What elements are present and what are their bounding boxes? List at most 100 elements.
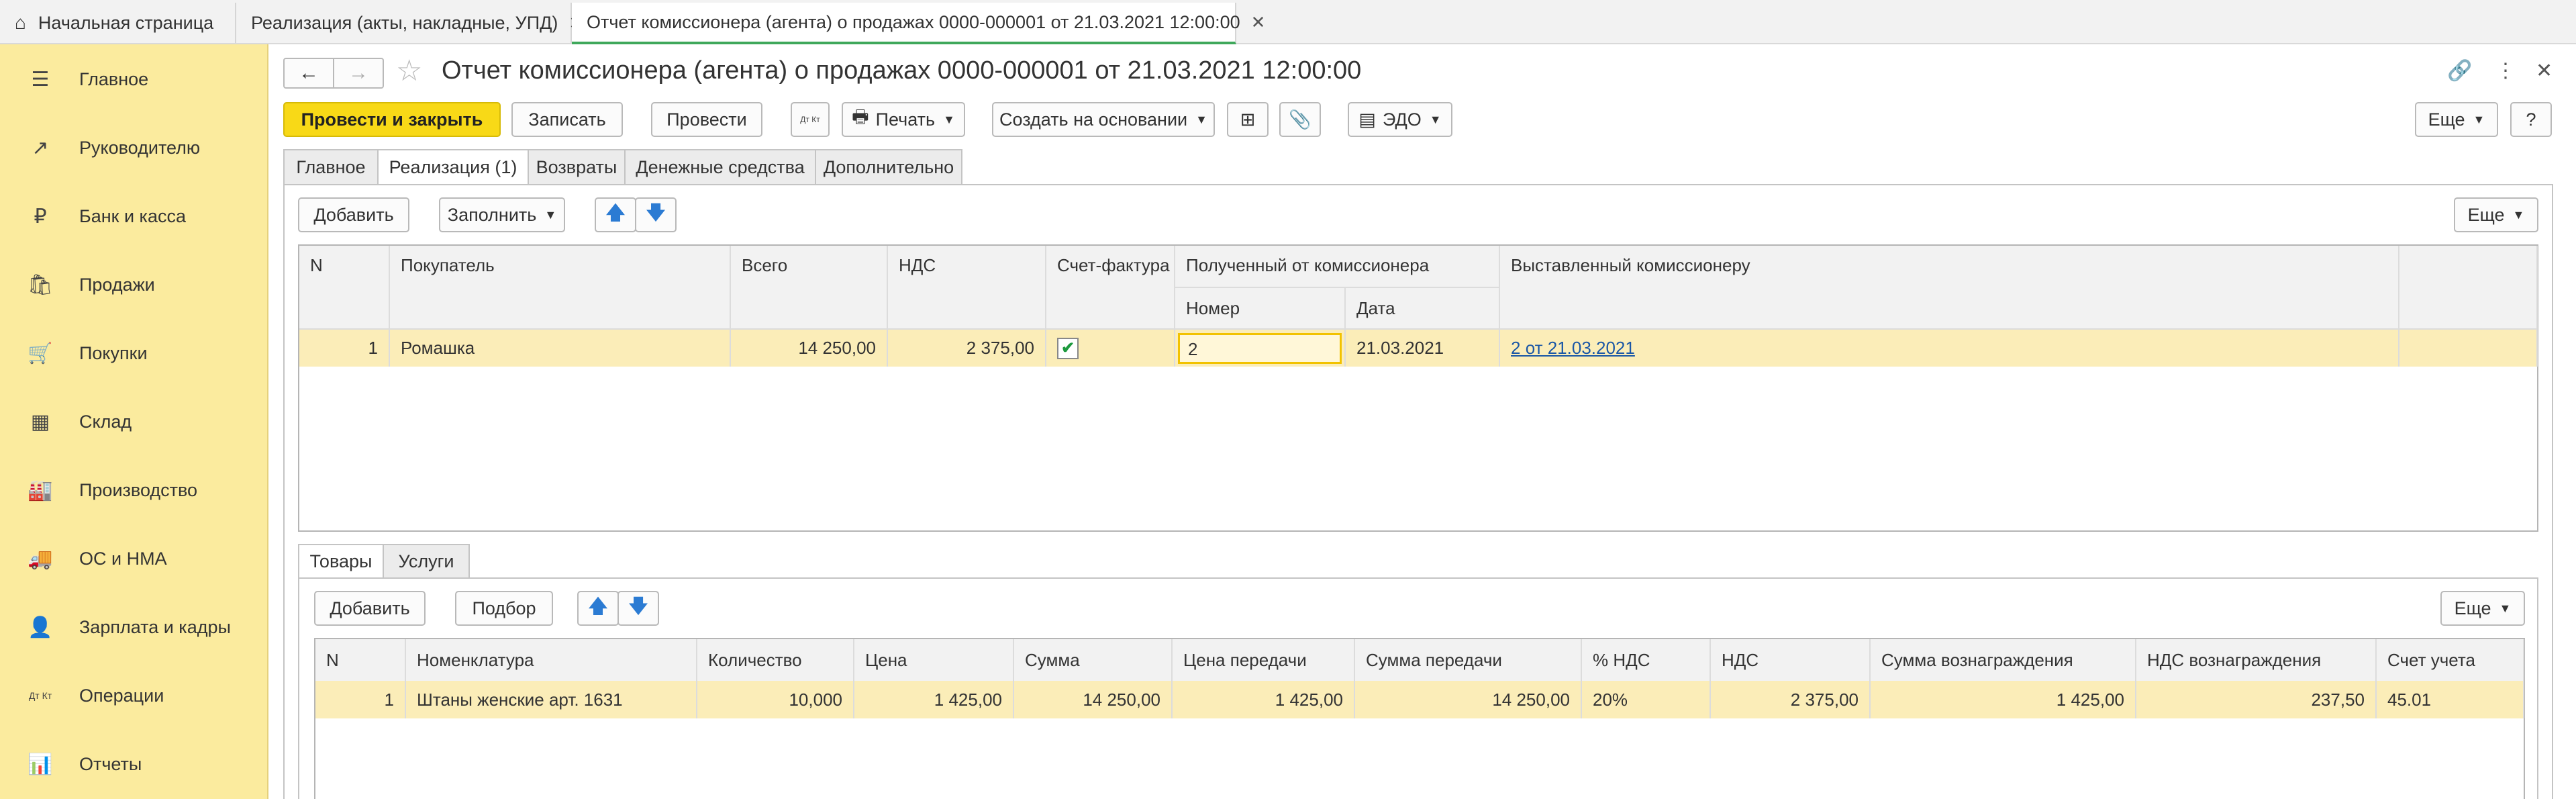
checkbox-checked-icon[interactable]: ✔ xyxy=(1057,338,1079,359)
col-account[interactable]: Счет учета xyxy=(2376,639,2524,681)
chevron-down-icon: ▼ xyxy=(1195,112,1207,126)
cell-transfer-sum[interactable]: 14 250,00 xyxy=(1354,681,1582,718)
tab-goods[interactable]: Товары xyxy=(298,544,384,579)
sidebar-item-sales[interactable]: 🛍 Продажи xyxy=(0,265,268,305)
col-vat[interactable]: НДС xyxy=(1710,639,1871,681)
edo-button[interactable]: ▤ ЭДО ▼ xyxy=(1348,102,1452,137)
star-icon[interactable]: ☆ xyxy=(396,54,422,88)
sales-header-row: N Покупатель Всего НДС Счет-фактура Полу… xyxy=(299,246,2538,330)
back-button[interactable]: ← xyxy=(283,58,334,89)
help-button[interactable]: ? xyxy=(2510,102,2552,137)
post-and-close-button[interactable]: Провести и закрыть xyxy=(283,102,501,137)
col-transfer-price[interactable]: Цена передачи xyxy=(1172,639,1355,681)
col-buyer[interactable]: Покупатель xyxy=(389,246,731,330)
col-date[interactable]: Дата xyxy=(1345,287,1501,330)
structure-button[interactable]: ⊞ xyxy=(1227,102,1269,137)
tab-home[interactable]: ⌂ Начальная страница xyxy=(0,3,236,43)
col-quantity[interactable]: Количество xyxy=(697,639,854,681)
sidebar-item-bank[interactable]: ₽ Банк и касса xyxy=(0,196,268,236)
cell-vat[interactable]: 2 375,00 xyxy=(887,329,1046,367)
home-icon: ⌂ xyxy=(15,12,26,33)
arrow-up-icon: 🡅 xyxy=(588,596,608,616)
move-down-button[interactable]: 🡇 xyxy=(635,197,677,232)
sidebar-item-reports[interactable]: 📊 Отчеты xyxy=(0,744,268,784)
post-button[interactable]: Провести xyxy=(651,102,762,137)
issued-invoice-link[interactable]: 2 от 21.03.2021 xyxy=(1511,338,1635,358)
fill-button[interactable]: Заполнить ▼ xyxy=(439,197,565,232)
pick-button[interactable]: Подбор xyxy=(455,591,553,626)
cell-fee-vat[interactable]: 237,50 xyxy=(2136,681,2377,718)
goods-more-button[interactable]: Еще ▼ xyxy=(2440,591,2525,626)
tab-additional[interactable]: Дополнительно xyxy=(815,149,962,185)
attach-button[interactable]: 📎 xyxy=(1279,102,1321,137)
sidebar-item-main[interactable]: ☰ Главное xyxy=(0,59,268,99)
cell-buyer[interactable]: Ромашка xyxy=(389,329,731,367)
table-row[interactable]: 1 Ромашка 14 250,00 2 375,00 ✔ 2 21.03.2… xyxy=(299,329,2538,367)
cell-transfer-price[interactable]: 1 425,00 xyxy=(1172,681,1355,718)
cell-invoice[interactable]: ✔ xyxy=(1046,329,1175,367)
sidebar-item-manager[interactable]: ↗ Руководителю xyxy=(0,128,268,168)
print-button[interactable]: 🖶 Печать ▼ xyxy=(842,102,965,137)
col-vat-rate[interactable]: % НДС xyxy=(1581,639,1711,681)
tab-main[interactable]: Главное xyxy=(283,149,379,185)
cell-quantity[interactable]: 10,000 xyxy=(697,681,854,718)
add-goods-button[interactable]: Добавить xyxy=(314,591,426,626)
cell-date[interactable]: 21.03.2021 xyxy=(1345,329,1501,367)
add-sale-button[interactable]: Добавить xyxy=(298,197,409,232)
table-row[interactable]: 1 Штаны женские арт. 1631 10,000 1 425,0… xyxy=(315,681,2524,718)
col-transfer-sum[interactable]: Сумма передачи xyxy=(1354,639,1582,681)
number-input[interactable]: 2 xyxy=(1178,332,1342,364)
col-number[interactable]: Номер xyxy=(1175,287,1346,330)
col-fee-vat[interactable]: НДС вознаграждения xyxy=(2136,639,2377,681)
col-price[interactable]: Цена xyxy=(854,639,1014,681)
more-vertical-icon[interactable]: ⋮ xyxy=(2495,59,2516,83)
sidebar-item-assets[interactable]: 🚚 ОС и НМА xyxy=(0,538,268,579)
save-button[interactable]: Записать xyxy=(511,102,623,137)
col-invoice[interactable]: Счет-фактура xyxy=(1046,246,1175,330)
cell-vat-rate[interactable]: 20% xyxy=(1581,681,1711,718)
col-fee[interactable]: Сумма вознаграждения xyxy=(1870,639,2136,681)
cell-issued[interactable]: 2 от 21.03.2021 xyxy=(1499,329,2400,367)
col-received-group[interactable]: Полученный от комиссионера xyxy=(1175,246,1501,288)
sidebar-item-purchases[interactable]: 🛒 Покупки xyxy=(0,333,268,373)
tab-services[interactable]: Услуги xyxy=(383,544,470,579)
more-button[interactable]: Еще ▼ xyxy=(2415,102,2498,137)
debit-credit-button[interactable]: Дт Кт xyxy=(791,102,830,137)
chevron-down-icon: ▼ xyxy=(2499,601,2512,615)
cell-nomenclature[interactable]: Штаны женские арт. 1631 xyxy=(405,681,697,718)
goods-move-up-button[interactable]: 🡅 xyxy=(577,591,619,626)
col-issued[interactable]: Выставленный комиссионеру xyxy=(1499,246,2400,330)
sidebar-item-operations[interactable]: Дт Кт Операции xyxy=(0,675,268,716)
col-n[interactable]: N xyxy=(299,246,390,330)
trend-icon: ↗ xyxy=(32,136,49,159)
col-nomenclature[interactable]: Номенклатура xyxy=(405,639,697,681)
sidebar-item-salary[interactable]: 👤 Зарплата и кадры xyxy=(0,607,268,647)
cell-account[interactable]: 45.01 xyxy=(2376,681,2524,718)
sidebar-item-label: ОС и НМА xyxy=(79,548,167,569)
cell-fee[interactable]: 1 425,00 xyxy=(1870,681,2136,718)
close-icon[interactable]: ✕ xyxy=(2536,59,2553,83)
cell-price[interactable]: 1 425,00 xyxy=(854,681,1014,718)
close-icon[interactable]: ✕ xyxy=(1251,12,1266,33)
tab-commission-report[interactable]: Отчет комиссионера (агента) о продажах 0… xyxy=(572,3,1265,44)
tab-sales[interactable]: Реализация (1) xyxy=(377,149,529,185)
move-up-button[interactable]: 🡅 xyxy=(595,197,636,232)
cell-sum[interactable]: 14 250,00 xyxy=(1013,681,1173,718)
cell-number[interactable]: 2 xyxy=(1175,329,1346,367)
tab-sales-list[interactable]: Реализация (акты, накладные, УПД) ✕ xyxy=(236,3,583,43)
col-n[interactable]: N xyxy=(315,639,406,681)
col-total[interactable]: Всего xyxy=(730,246,888,330)
cell-vat[interactable]: 2 375,00 xyxy=(1710,681,1871,718)
cell-total[interactable]: 14 250,00 xyxy=(730,329,888,367)
tab-returns[interactable]: Возвраты xyxy=(528,149,626,185)
col-vat[interactable]: НДС xyxy=(887,246,1046,330)
forward-button[interactable]: → xyxy=(333,58,384,89)
goods-move-down-button[interactable]: 🡇 xyxy=(617,591,659,626)
tab-cash[interactable]: Денежные средства xyxy=(624,149,816,185)
col-sum[interactable]: Сумма xyxy=(1013,639,1173,681)
sidebar-item-warehouse[interactable]: ▦ Склад xyxy=(0,402,268,442)
link-icon[interactable]: 🔗 xyxy=(2447,59,2472,83)
create-based-on-button[interactable]: Создать на основании ▼ xyxy=(992,102,1215,137)
sidebar-item-production[interactable]: 🏭 Производство xyxy=(0,470,268,510)
sales-more-button[interactable]: Еще ▼ xyxy=(2454,197,2538,232)
